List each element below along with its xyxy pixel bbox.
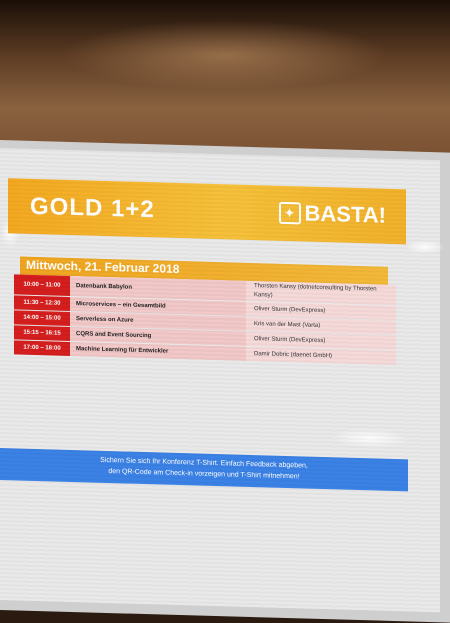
room-header: GOLD 1+2 ✦ BASTA!: [8, 178, 406, 245]
session-time: 15:15 – 16:15: [14, 325, 70, 341]
basta-logo: ✦ BASTA!: [278, 199, 386, 230]
screen-glare-banner: [330, 427, 410, 450]
room-name: GOLD 1+2: [30, 192, 155, 224]
session-time: 14:00 – 15:00: [14, 310, 70, 326]
feedback-banner: Sichern Sie sich Ihr Konferenz T-Shirt. …: [0, 448, 408, 492]
logo-mark-icon: ✦: [278, 201, 301, 225]
session-time: 17:00 – 18:00: [14, 340, 70, 356]
session-speaker: Thorsten Kansy (dotnetconsulting by Thor…: [246, 280, 396, 306]
logo-text: BASTA!: [304, 200, 386, 228]
schedule-date: Mittwoch, 21. Februar 2018: [26, 257, 180, 277]
info-screen: GOLD 1+2 ✦ BASTA! Mittwoch, 21. Februar …: [0, 148, 440, 613]
banner-text: Sichern Sie sich Ihr Konferenz T-Shirt. …: [0, 452, 408, 485]
session-table: 10:00 – 11:00 Datenbank Babylon Thorsten…: [14, 274, 396, 366]
wall-light-reflection: [60, 20, 390, 90]
screen-glare-right: [405, 240, 445, 254]
session-time: 11:30 – 12:30: [14, 295, 70, 311]
session-speaker: Damir Dobric (daenet GmbH): [246, 346, 396, 366]
session-time: 10:00 – 11:00: [14, 274, 70, 296]
